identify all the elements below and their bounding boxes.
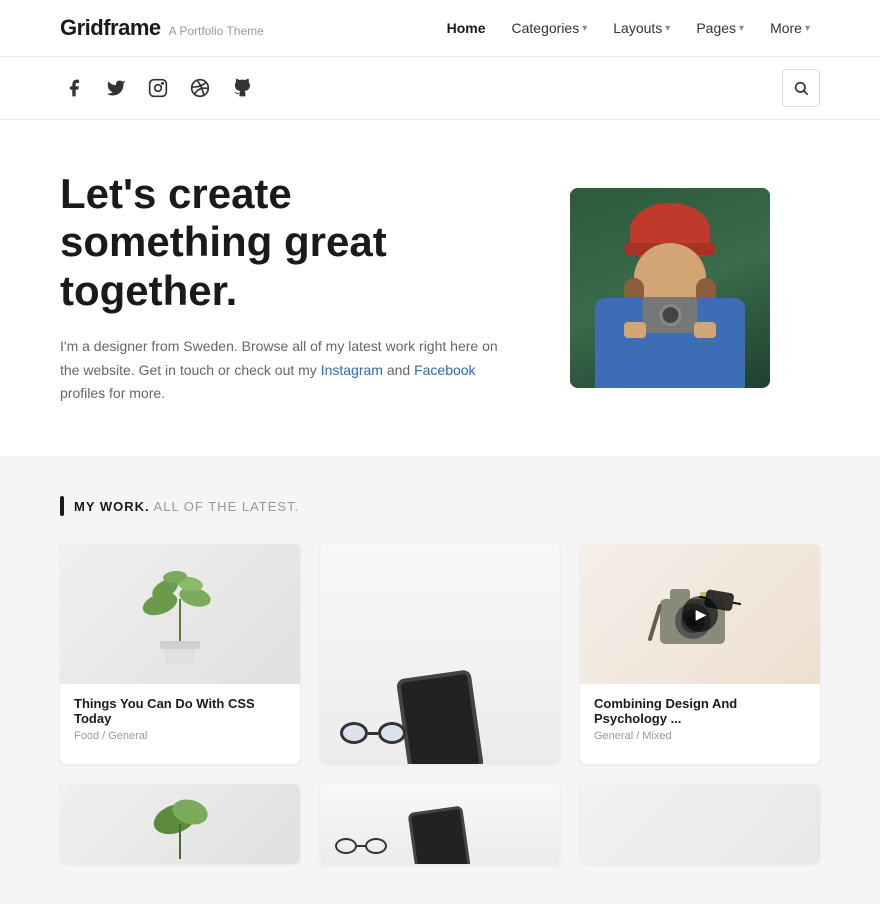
nav-categories[interactable]: Categories ▾ bbox=[502, 14, 598, 42]
card-meta: General / Mixed bbox=[594, 730, 806, 742]
chevron-down-icon: ▾ bbox=[805, 23, 810, 34]
github-icon[interactable] bbox=[228, 74, 256, 102]
chevron-down-icon: ▾ bbox=[739, 23, 744, 34]
instagram-icon[interactable] bbox=[144, 74, 172, 102]
header: Gridframe A Portfolio Theme Home Categor… bbox=[0, 0, 880, 57]
chevron-down-icon: ▾ bbox=[582, 23, 587, 34]
section-title: MY WORK. ALL OF THE LATEST. bbox=[74, 499, 299, 514]
card-title: Combining Design And Psychology ... bbox=[594, 696, 806, 726]
play-icon[interactable]: ▶ bbox=[682, 596, 718, 632]
hero-description: I'm a designer from Sweden. Browse all o… bbox=[60, 335, 510, 406]
dribbble-icon[interactable] bbox=[186, 74, 214, 102]
facebook-link[interactable]: Facebook bbox=[414, 362, 475, 378]
tagline: A Portfolio Theme bbox=[169, 24, 264, 38]
facebook-icon[interactable] bbox=[60, 74, 88, 102]
nav-layouts[interactable]: Layouts ▾ bbox=[603, 14, 680, 42]
card-image bbox=[60, 784, 300, 864]
work-card[interactable] bbox=[320, 544, 560, 764]
nav-more[interactable]: More ▾ bbox=[760, 14, 820, 42]
card-image bbox=[580, 784, 820, 864]
card-title: Things You Can Do With CSS Today bbox=[74, 696, 286, 726]
card-meta: Food / General bbox=[74, 730, 286, 742]
plant2-illustration bbox=[150, 784, 210, 864]
hero-title: Let's create something great together. bbox=[60, 170, 510, 315]
nav-home[interactable]: Home bbox=[437, 14, 496, 42]
section-header: MY WORK. ALL OF THE LATEST. bbox=[60, 496, 820, 516]
card-content: Combining Design And Psychology ... Gene… bbox=[580, 684, 820, 754]
card-image bbox=[320, 544, 560, 764]
card-image bbox=[320, 784, 560, 864]
work-grid: Things You Can Do With CSS Today Food / … bbox=[60, 544, 820, 864]
hero-section: Let's create something great together. I… bbox=[0, 120, 880, 456]
card-image: ▶ bbox=[580, 544, 820, 684]
plant-illustration bbox=[135, 559, 225, 669]
social-bar bbox=[0, 57, 880, 120]
logo-area: Gridframe A Portfolio Theme bbox=[60, 15, 264, 41]
instagram-link[interactable]: Instagram bbox=[321, 362, 383, 378]
work-card[interactable]: ▶ Combining Design And Psychology ... Ge… bbox=[580, 544, 820, 764]
card-content: Things You Can Do With CSS Today Food / … bbox=[60, 684, 300, 754]
twitter-icon[interactable] bbox=[102, 74, 130, 102]
work-card[interactable] bbox=[580, 784, 820, 864]
nav-pages[interactable]: Pages ▾ bbox=[686, 14, 754, 42]
chevron-down-icon: ▾ bbox=[665, 23, 670, 34]
card-image bbox=[60, 544, 300, 684]
hero-text: Let's create something great together. I… bbox=[60, 170, 510, 406]
work-section: MY WORK. ALL OF THE LATEST. bbox=[0, 456, 880, 904]
section-bar-decoration bbox=[60, 496, 64, 516]
work-card[interactable]: Things You Can Do With CSS Today Food / … bbox=[60, 544, 300, 764]
work-card[interactable] bbox=[60, 784, 300, 864]
logo[interactable]: Gridframe bbox=[60, 15, 161, 41]
main-nav: Home Categories ▾ Layouts ▾ Pages ▾ More… bbox=[437, 14, 820, 42]
search-button[interactable] bbox=[782, 69, 820, 107]
hero-portrait bbox=[570, 188, 770, 388]
work-card[interactable] bbox=[320, 784, 560, 864]
social-icons bbox=[60, 74, 256, 102]
